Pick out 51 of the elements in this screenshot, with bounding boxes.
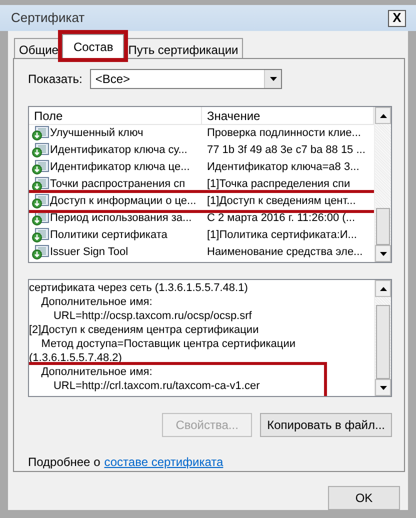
certificate-field-icon <box>32 194 49 209</box>
table-cell-text: Issuer Sign Tool <box>50 245 128 260</box>
up-arrow-icon <box>380 286 386 290</box>
detail-line: URL=http://crl.taxcom.ru/taxcom-ca-v1.cer <box>52 379 261 393</box>
table-cell-text: Проверка подлинности клие... <box>206 126 361 142</box>
scroll-up-button[interactable] <box>375 280 391 297</box>
certificate-field-icon <box>32 228 49 243</box>
table-cell-text: [1]Доступ к сведениям цент... <box>206 194 356 210</box>
close-button[interactable]: X <box>388 10 406 26</box>
detail-line: Дополнительное имя: <box>40 365 154 379</box>
table-cell-text: Наименование средства эле... <box>206 245 363 260</box>
certificate-field-icon <box>32 160 49 175</box>
down-arrow-icon <box>380 386 386 390</box>
table-cell-text: [1]Политика сертификата:И... <box>206 228 357 244</box>
table-cell-text: [1]Точка распределения спи <box>206 177 350 192</box>
certificate-field-icon <box>32 245 49 260</box>
down-arrow-icon <box>380 252 386 256</box>
scrollbar-thumb[interactable] <box>376 305 390 379</box>
detail-line: (1.3.6.1.5.5.7.48.2) <box>29 351 123 365</box>
show-label: Показать: <box>28 71 82 88</box>
window-title: Сертификат <box>11 9 85 28</box>
copy-to-file-button[interactable]: Копировать в файл... <box>260 413 392 437</box>
table-cell-text: 77 1b 3f 49 a8 3e c7 ba 88 15 ... <box>206 143 366 158</box>
column-header[interactable]: Поле <box>29 107 202 124</box>
certificate-field-icon <box>32 126 49 141</box>
table-cell-text: Период использования за... <box>50 211 192 226</box>
link[interactable]: составе сертификата <box>104 453 224 471</box>
scroll-up-button[interactable] <box>375 107 391 124</box>
table-cell-text: Доступ к информации о це... <box>50 194 196 210</box>
detail-line: [2]Доступ к сведениям центра сертификации <box>29 323 260 337</box>
table-cell-text: С 2 марта 2016 г. 11:26:00 (... <box>206 211 356 226</box>
detail-line: Метод доступа=Поставщик центра сертификации <box>40 337 297 351</box>
up-arrow-icon <box>380 114 386 118</box>
detail-line: Дополнительное имя: <box>40 295 154 309</box>
table-cell-text: Точки распространения сп <box>50 177 186 192</box>
dropdown-arrow-icon <box>270 77 277 81</box>
show-dropdown[interactable]: <Все> <box>90 69 282 89</box>
ok-button[interactable]: OK <box>328 486 400 510</box>
table-cell-text: Идентификатор ключа су... <box>50 143 188 158</box>
detail-line: URL=http://ocsp.taxcom.ru/ocsp/ocsp.srf <box>52 309 253 323</box>
detail-line: сертификата через сеть (1.3.6.1.5.5.7.48.1) <box>29 281 249 295</box>
scrollbar-thumb[interactable] <box>376 208 390 245</box>
table-cell-text: Идентификатор ключа це... <box>50 160 190 176</box>
table-cell-text: Идентификатор ключа=a8 3... <box>206 160 360 176</box>
scroll-down-button[interactable] <box>375 245 391 262</box>
table-cell-text: Политики сертификата <box>50 228 168 244</box>
certificate-field-icon <box>32 177 49 192</box>
table-cell-text: Улучшенный ключ <box>50 126 144 142</box>
scroll-down-button[interactable] <box>375 379 391 396</box>
certificate-field-icon <box>32 143 49 158</box>
more-label: Подробнее о <box>28 454 100 471</box>
